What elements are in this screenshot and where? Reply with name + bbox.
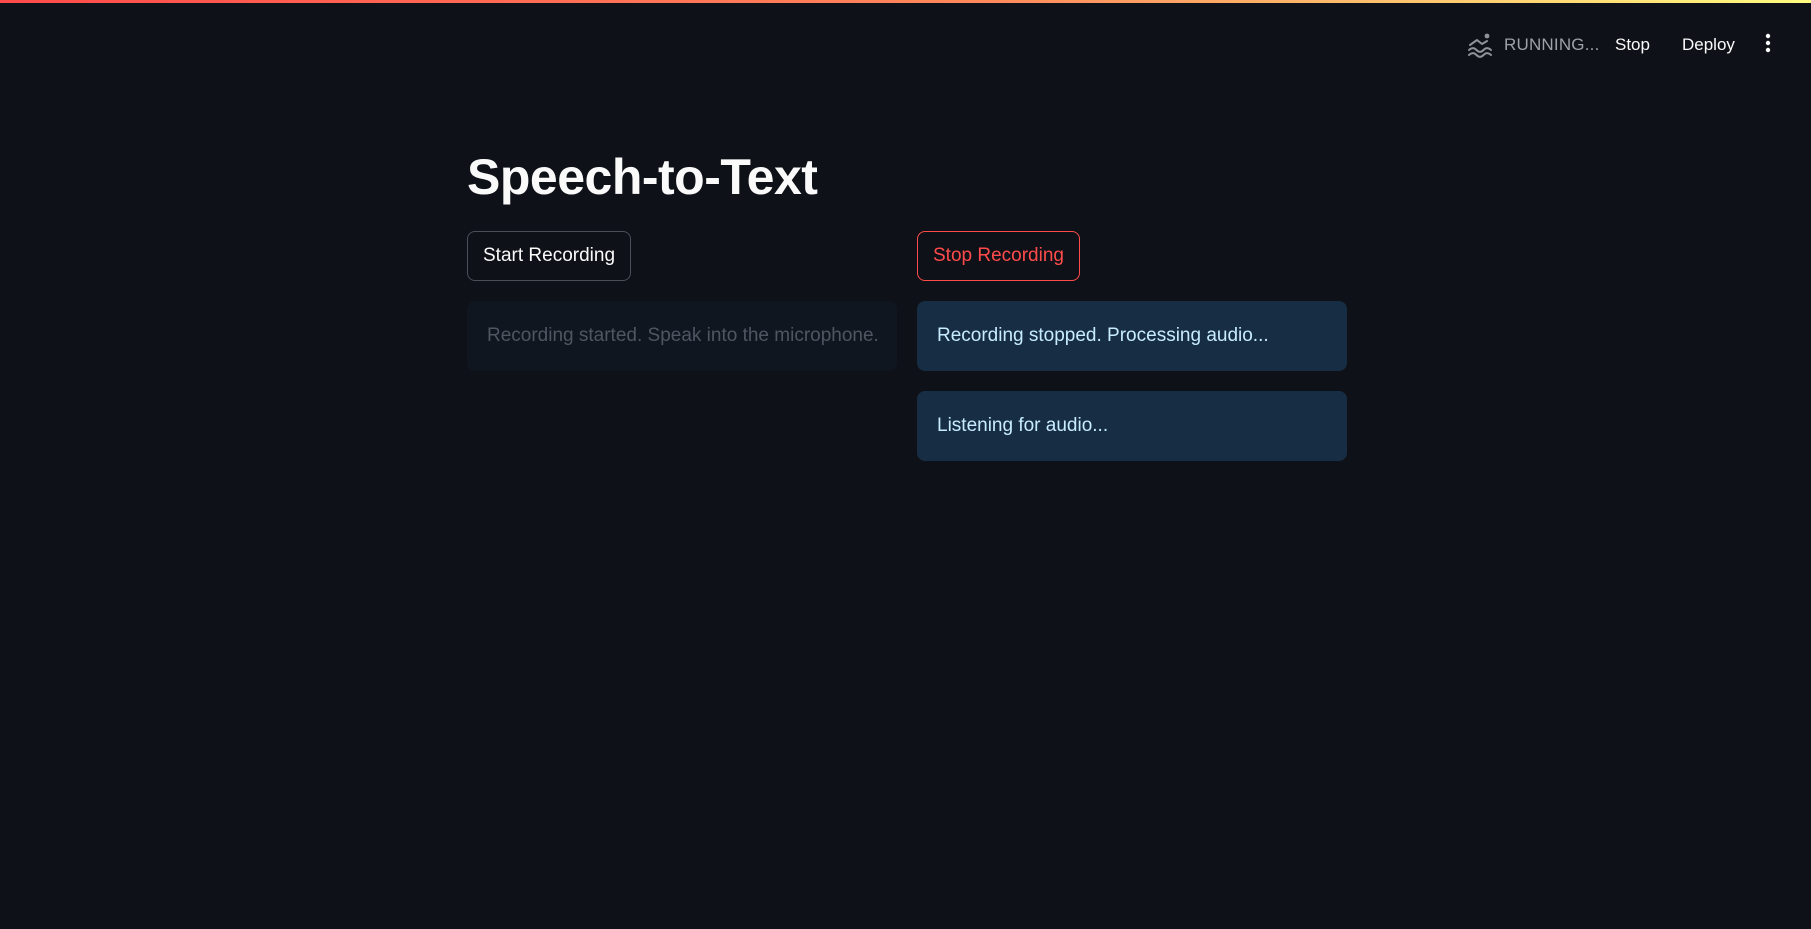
- stop-script-button[interactable]: Stop: [1615, 28, 1650, 62]
- page-title: Speech-to-Text: [467, 149, 818, 205]
- listening-message: Listening for audio...: [917, 391, 1347, 461]
- app-header: RUNNING... Stop Deploy: [0, 0, 1811, 90]
- recording-started-message: Recording started. Speak into the microp…: [467, 301, 897, 371]
- right-column: Stop Recording Recording stopped. Proces…: [917, 231, 1347, 461]
- swimmer-icon: [1466, 30, 1496, 60]
- start-recording-button[interactable]: Start Recording: [467, 231, 632, 281]
- deploy-button[interactable]: Deploy: [1682, 28, 1735, 62]
- status-widget: RUNNING...: [1466, 30, 1600, 60]
- left-column: Start Recording Recording started. Speak…: [467, 231, 897, 371]
- running-status-label: RUNNING...: [1504, 35, 1600, 54]
- vertical-ellipsis-icon: [1765, 33, 1771, 58]
- main-menu-button[interactable]: [1756, 30, 1780, 60]
- recording-stopped-message: Recording stopped. Processing audio...: [917, 301, 1347, 371]
- stop-recording-button[interactable]: Stop Recording: [917, 231, 1080, 281]
